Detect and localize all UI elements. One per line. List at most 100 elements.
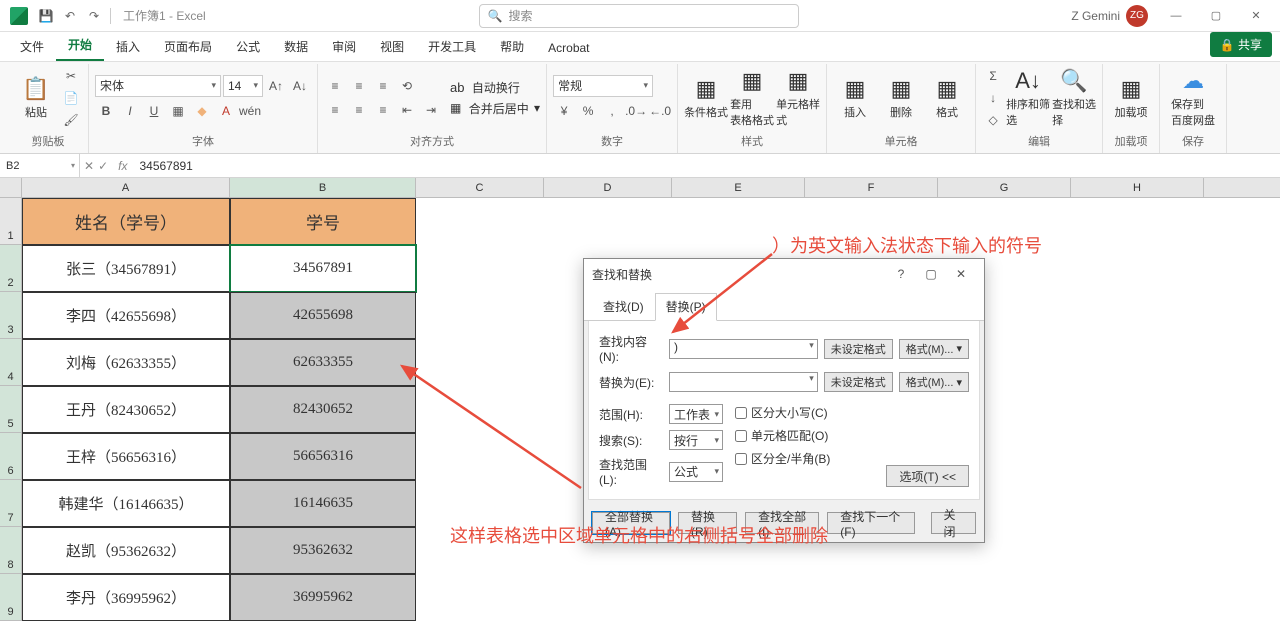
tab-developer[interactable]: 开发工具 (416, 32, 488, 61)
cell-a3[interactable]: 李四（42655698） (22, 292, 230, 339)
find-next-button[interactable]: 查找下一个(F) (827, 512, 914, 534)
row-header-2[interactable]: 2 (0, 245, 21, 292)
search-direction-select[interactable]: 按行 (669, 430, 723, 450)
cancel-formula-icon[interactable]: ✕ (84, 159, 94, 173)
lookin-select[interactable]: 公式 (669, 462, 723, 482)
formula-input[interactable]: 34567891 (133, 159, 1280, 173)
format-button[interactable]: ▦格式 (925, 65, 969, 131)
format-painter-icon[interactable]: 🖌 (60, 110, 82, 130)
tab-acrobat[interactable]: Acrobat (536, 35, 601, 61)
row-header-9[interactable]: 9 (0, 574, 21, 621)
cell-a6[interactable]: 王梓（56656316） (22, 433, 230, 480)
align-right-icon[interactable]: ≡ (372, 100, 394, 120)
merge-center-button[interactable]: ▦ 合并后居中 ▾ (450, 100, 540, 117)
accept-formula-icon[interactable]: ✓ (98, 159, 108, 173)
user-info[interactable]: Z Gemini ZG (1071, 5, 1148, 27)
conditional-format-button[interactable]: ▦条件格式 (684, 65, 728, 131)
tab-home[interactable]: 开始 (56, 30, 104, 61)
increase-decimal-icon[interactable]: .0→ (625, 101, 647, 121)
row-header-4[interactable]: 4 (0, 339, 21, 386)
fx-icon[interactable]: fx (112, 159, 133, 173)
maximize-button[interactable]: ▢ (1196, 0, 1236, 32)
cell-b4[interactable]: 62633355 (230, 339, 416, 386)
replace-with-input[interactable]: ▾ (669, 372, 818, 392)
find-select-button[interactable]: 🔍查找和选择 (1052, 65, 1096, 131)
sort-filter-button[interactable]: A↓排序和筛选 (1006, 65, 1050, 131)
cut-icon[interactable]: ✂ (60, 66, 82, 86)
increase-font-icon[interactable]: A↑ (265, 76, 287, 96)
cell-b5[interactable]: 82430652 (230, 386, 416, 433)
currency-icon[interactable]: ¥ (553, 101, 575, 121)
decrease-font-icon[interactable]: A↓ (289, 76, 311, 96)
font-size-combo[interactable]: 14 (223, 75, 263, 97)
tab-view[interactable]: 视图 (368, 32, 416, 61)
align-middle-icon[interactable]: ≡ (348, 76, 370, 96)
tab-pagelayout[interactable]: 页面布局 (152, 32, 224, 61)
border-button[interactable]: ▦ (167, 101, 189, 121)
decrease-decimal-icon[interactable]: ←.0 (649, 101, 671, 121)
autosum-icon[interactable]: Σ (982, 66, 1004, 86)
tab-insert[interactable]: 插入 (104, 32, 152, 61)
select-all-corner[interactable] (0, 178, 22, 198)
row-header-3[interactable]: 3 (0, 292, 21, 339)
col-header-a[interactable]: A (22, 178, 230, 197)
align-center-icon[interactable]: ≡ (348, 100, 370, 120)
clear-icon[interactable]: ◇ (982, 110, 1004, 130)
save-icon[interactable]: 💾 (34, 4, 58, 28)
find-format-button[interactable]: 格式(M)... ▾ (899, 339, 969, 359)
redo-icon[interactable]: ↷ (82, 4, 106, 28)
cell-b3[interactable]: 42655698 (230, 292, 416, 339)
underline-button[interactable]: U (143, 101, 165, 121)
tab-help[interactable]: 帮助 (488, 32, 536, 61)
cell-a7[interactable]: 韩建华（16146635） (22, 480, 230, 527)
undo-icon[interactable]: ↶ (58, 4, 82, 28)
insert-button[interactable]: ▦插入 (833, 65, 877, 131)
font-name-combo[interactable]: 宋体 (95, 75, 221, 97)
match-whole-checkbox[interactable]: 单元格匹配(O) (735, 427, 830, 444)
font-color-button[interactable]: A (215, 101, 237, 121)
baidu-save-button[interactable]: ☁保存到 百度网盘 (1166, 65, 1220, 131)
fill-color-button[interactable]: ◆ (191, 101, 213, 121)
find-content-input[interactable]: )▾ (669, 339, 818, 359)
cell-b7[interactable]: 16146635 (230, 480, 416, 527)
cell-a4[interactable]: 刘梅（62633355） (22, 339, 230, 386)
tab-review[interactable]: 审阅 (320, 32, 368, 61)
dialog-maximize-icon[interactable]: ▢ (916, 267, 946, 281)
tab-formulas[interactable]: 公式 (224, 32, 272, 61)
tab-file[interactable]: 文件 (8, 32, 56, 61)
search-box[interactable]: 🔍 搜索 (479, 4, 799, 28)
cell-a1[interactable]: 姓名（学号） (22, 198, 230, 245)
copy-icon[interactable]: 📄 (60, 88, 82, 108)
row-header-1[interactable]: 1 (0, 198, 21, 245)
cell-a5[interactable]: 王丹（82430652） (22, 386, 230, 433)
tab-data[interactable]: 数据 (272, 32, 320, 61)
cell-b2[interactable]: 34567891 (230, 245, 416, 292)
scope-select[interactable]: 工作表 (669, 404, 723, 424)
align-top-icon[interactable]: ≡ (324, 76, 346, 96)
col-header-f[interactable]: F (805, 178, 938, 197)
paste-button[interactable]: 📋粘贴 (14, 65, 58, 131)
row-header-5[interactable]: 5 (0, 386, 21, 433)
bold-button[interactable]: B (95, 101, 117, 121)
dialog-titlebar[interactable]: 查找和替换 ? ▢ ✕ (584, 259, 984, 289)
col-header-c[interactable]: C (416, 178, 544, 197)
cell-styles-button[interactable]: ▦单元格样式 (776, 65, 820, 131)
dialog-tab-find[interactable]: 查找(D) (592, 293, 655, 320)
delete-button[interactable]: ▦删除 (879, 65, 923, 131)
cell-a8[interactable]: 赵凯（95362632） (22, 527, 230, 574)
match-case-checkbox[interactable]: 区分大小写(C) (735, 404, 830, 421)
fill-icon[interactable]: ↓ (982, 88, 1004, 108)
col-header-d[interactable]: D (544, 178, 672, 197)
number-format-combo[interactable]: 常规 (553, 75, 653, 97)
col-header-h[interactable]: H (1071, 178, 1204, 197)
indent-decrease-icon[interactable]: ⇤ (396, 100, 418, 120)
share-button[interactable]: 🔒 共享 (1210, 32, 1272, 57)
wrap-text-button[interactable]: ab 自动换行 (450, 79, 540, 96)
align-bottom-icon[interactable]: ≡ (372, 76, 394, 96)
dialog-help-icon[interactable]: ? (886, 267, 916, 281)
cell-b8[interactable]: 95362632 (230, 527, 416, 574)
row-header-6[interactable]: 6 (0, 433, 21, 480)
cell-b9[interactable]: 36995962 (230, 574, 416, 621)
italic-button[interactable]: I (119, 101, 141, 121)
row-header-8[interactable]: 8 (0, 527, 21, 574)
